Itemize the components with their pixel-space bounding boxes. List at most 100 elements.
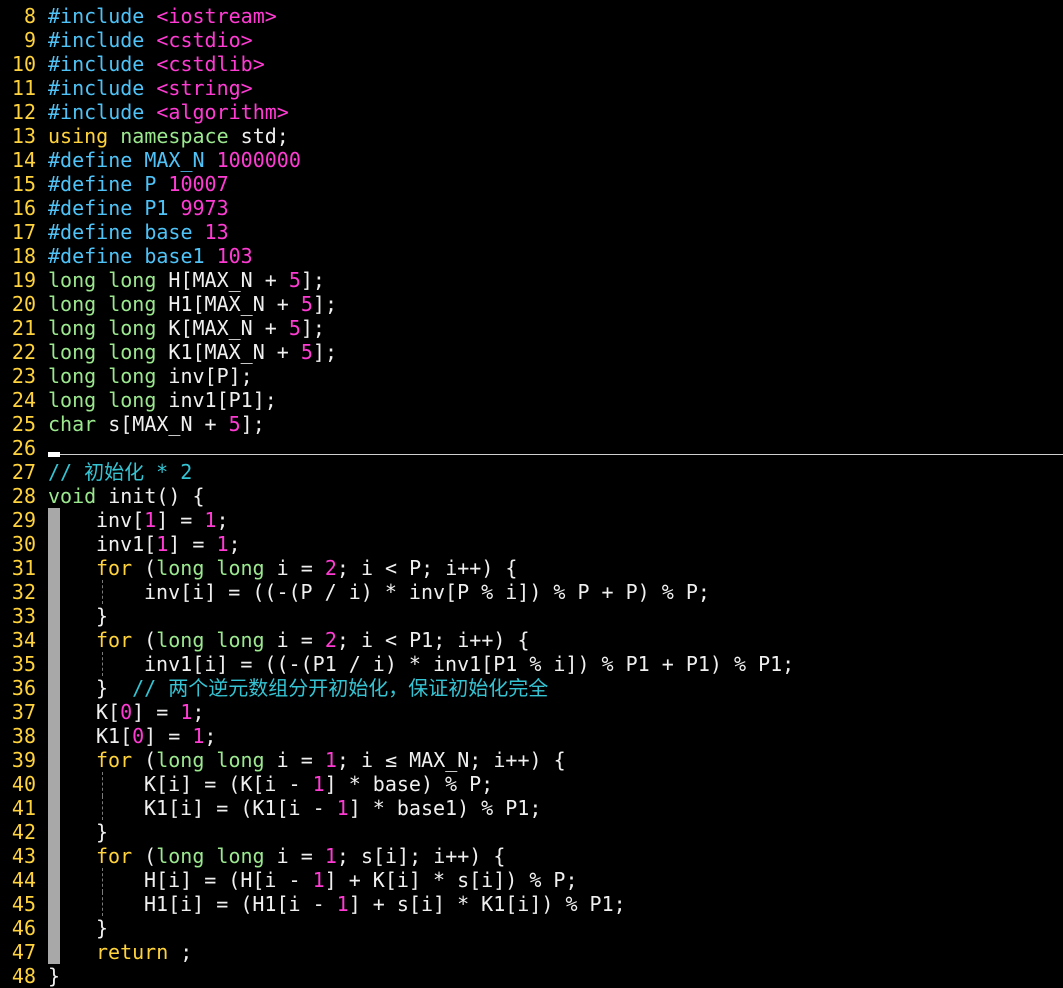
line-number: 35: [11, 652, 36, 676]
code-line[interactable]: 16 #define P1 9973: [0, 196, 1063, 220]
code-line[interactable]: 12 #include <algorithm>: [0, 100, 1063, 124]
code-line[interactable]: 23 long long inv[P];: [0, 364, 1063, 388]
code-line[interactable]: 26: [0, 436, 1063, 460]
code-line[interactable]: 21 long long K[MAX_N + 5];: [0, 316, 1063, 340]
code-text: #include <algorithm>: [48, 100, 289, 124]
code-token: inv[P];: [156, 364, 253, 388]
line-number: 42: [11, 820, 36, 844]
line-number: 39: [11, 748, 36, 772]
code-token: ] * base1) % P1;: [348, 796, 542, 820]
code-line[interactable]: 19 long long H[MAX_N + 5];: [0, 268, 1063, 292]
code-token: H[MAX_N +: [156, 268, 289, 292]
code-line[interactable]: 22 long long K1[MAX_N + 5];: [0, 340, 1063, 364]
code-token: #include: [48, 4, 157, 28]
code-token: long long: [156, 628, 265, 652]
line-number: 38: [11, 724, 36, 748]
indent-marker: [48, 700, 60, 724]
code-line[interactable]: 36} // 两个逆元数组分开初始化，保证初始化完全: [0, 676, 1063, 700]
code-line[interactable]: 37 K[0] = 1;: [0, 700, 1063, 724]
code-token: inv[i] = ((-(P / i) * inv[P % i]) % P + …: [144, 580, 710, 604]
code-line[interactable]: 32 inv[i] = ((-(P / i) * inv[P % i]) % P …: [0, 580, 1063, 604]
code-text: inv[i] = ((-(P / i) * inv[P % i]) % P + …: [144, 580, 710, 604]
code-line[interactable]: 14 #define MAX_N 1000000: [0, 148, 1063, 172]
indent-marker: [48, 820, 60, 844]
code-line[interactable]: 30 inv1[1] = 1;: [0, 532, 1063, 556]
code-token: inv1[P1];: [156, 388, 277, 412]
code-token: ;: [228, 532, 241, 556]
code-line[interactable]: 27 // 初始化 * 2: [0, 460, 1063, 484]
code-line[interactable]: 41 K1[i] = (K1[i - 1] * base1) % P1;: [0, 796, 1063, 820]
code-token: long long: [156, 748, 265, 772]
code-token: 1: [336, 796, 349, 820]
code-line[interactable]: 31 for (long long i = 2; i < P; i++) {: [0, 556, 1063, 580]
line-number: 15: [11, 172, 36, 196]
code-line[interactable]: 13 using namespace std;: [0, 124, 1063, 148]
code-token: ] =: [156, 508, 205, 532]
line-number: 14: [11, 148, 36, 172]
code-token: K1[i] = (K1[i -: [144, 796, 337, 820]
code-line[interactable]: 11 #include <string>: [0, 76, 1063, 100]
code-token: ];: [300, 316, 325, 340]
code-line[interactable]: 46}: [0, 916, 1063, 940]
code-token: 1: [336, 892, 349, 916]
code-line[interactable]: 34 for (long long i = 2; i < P1; i++) {: [0, 628, 1063, 652]
code-line[interactable]: 15 #define P 10007: [0, 172, 1063, 196]
line-number: 30: [11, 532, 36, 556]
code-line[interactable]: 38 K1[0] = 1;: [0, 724, 1063, 748]
code-line[interactable]: 43 for (long long i = 1; s[i]; i++) {: [0, 844, 1063, 868]
code-line[interactable]: 17 #define base 13: [0, 220, 1063, 244]
code-line[interactable]: 24 long long inv1[P1];: [0, 388, 1063, 412]
indent-marker: [48, 556, 60, 580]
code-token: ];: [300, 268, 325, 292]
code-token: ] + K[i] * s[i]) % P;: [324, 868, 578, 892]
code-line[interactable]: 45 H1[i] = (H1[i - 1] + s[i] * K1[i]) % P…: [0, 892, 1063, 916]
code-token: i =: [264, 556, 325, 580]
code-line[interactable]: 42}: [0, 820, 1063, 844]
indent-marker: [48, 652, 60, 676]
code-token: 10007: [168, 172, 229, 196]
code-text: #define P1 9973: [48, 196, 229, 220]
code-line[interactable]: 18 #define base1 103: [0, 244, 1063, 268]
code-line[interactable]: 35 inv1[i] = ((-(P1 / i) * inv1[P1 % i]) …: [0, 652, 1063, 676]
code-token: K1[MAX_N +: [156, 340, 301, 364]
indent-marker: [48, 772, 60, 796]
code-token: (: [132, 748, 157, 772]
indent-marker: [48, 868, 60, 892]
code-line[interactable]: 20 long long H1[MAX_N + 5];: [0, 292, 1063, 316]
line-number: 27: [11, 460, 36, 484]
code-token: 5: [300, 292, 313, 316]
code-token: <iostream>: [156, 4, 277, 28]
code-token: <algorithm>: [156, 100, 289, 124]
code-line[interactable]: 8 #include <iostream>: [0, 4, 1063, 28]
code-line[interactable]: 40 K[i] = (K[i - 1] * base) % P;: [0, 772, 1063, 796]
code-line[interactable]: 9 #include <cstdio>: [0, 28, 1063, 52]
code-line[interactable]: 29 inv[1] = 1;: [0, 508, 1063, 532]
code-token: <cstdlib>: [156, 52, 265, 76]
line-number: 9: [23, 28, 36, 52]
line-number: 46: [11, 916, 36, 940]
code-token: for: [96, 628, 133, 652]
code-line[interactable]: 39 for (long long i = 1; i ≤ MAX_N; i++) …: [0, 748, 1063, 772]
code-text: inv1[i] = ((-(P1 / i) * inv1[P1 % i]) % …: [144, 652, 794, 676]
code-text: }: [48, 964, 60, 988]
code-token: }: [96, 604, 109, 628]
code-line[interactable]: 33}: [0, 604, 1063, 628]
line-number: 37: [11, 700, 36, 724]
code-token: 5: [228, 412, 241, 436]
code-line[interactable]: 28 void init() {: [0, 484, 1063, 508]
code-token: }: [96, 820, 109, 844]
code-token: H1[i] = (H1[i -: [144, 892, 337, 916]
code-editor[interactable]: 8 #include <iostream> 9 #include <cstdio> 10…: [0, 0, 1063, 988]
code-token: ] =: [132, 700, 181, 724]
code-token: ] =: [168, 532, 217, 556]
code-line[interactable]: 48}: [0, 964, 1063, 988]
code-line[interactable]: 10 #include <cstdlib>: [0, 52, 1063, 76]
code-text: for (long long i = 1; i ≤ MAX_N; i++) {: [96, 748, 566, 772]
code-token: inv1[: [96, 532, 157, 556]
code-line[interactable]: 47 return ;: [0, 940, 1063, 964]
line-number: 45: [11, 892, 36, 916]
code-token: 0: [132, 724, 145, 748]
code-line[interactable]: 44 H[i] = (H[i - 1] + K[i] * s[i]) % P;: [0, 868, 1063, 892]
code-line[interactable]: 25 char s[MAX_N + 5];: [0, 412, 1063, 436]
code-text: #define base 13: [48, 220, 229, 244]
